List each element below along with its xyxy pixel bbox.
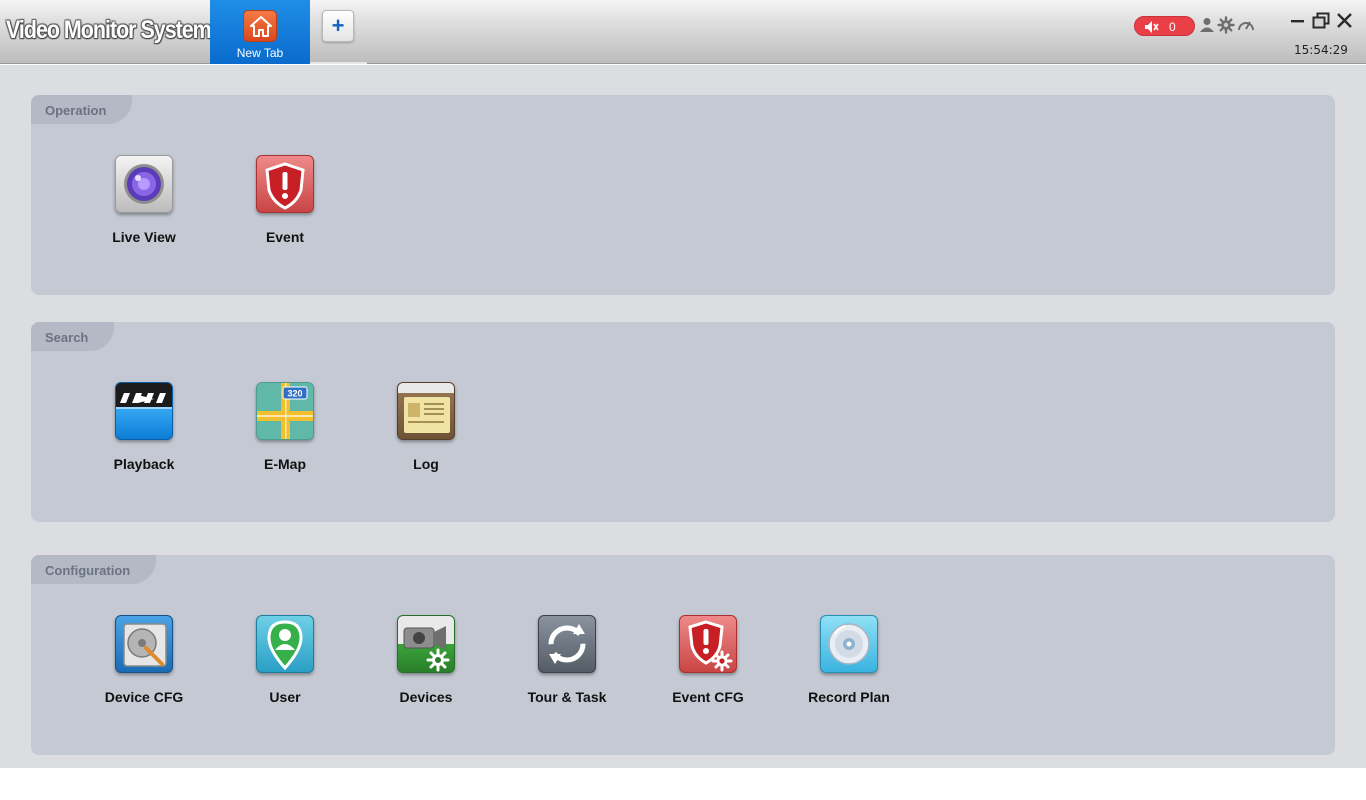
tile-record-plan[interactable]: Record Plan [796, 615, 916, 715]
refresh-cycle-icon [538, 615, 596, 673]
tile-event[interactable]: Event [232, 155, 352, 255]
tile-label: Event [265, 229, 305, 245]
map-icon: 320 [256, 382, 314, 440]
mute-icon [1145, 21, 1159, 33]
tile-label: Live View [112, 229, 176, 245]
tile-label: Tour & Task [527, 689, 607, 705]
gear-icon[interactable] [1217, 16, 1235, 34]
user-icon[interactable] [1198, 16, 1216, 34]
section-title: Configuration [31, 555, 157, 584]
gauge-icon[interactable] [1237, 16, 1255, 34]
tab-label: New Tab [236, 46, 284, 60]
section-search: Search Playback 320 E-Map Log [31, 322, 1335, 522]
svg-text:320: 320 [287, 389, 302, 399]
bottom-strip [0, 768, 1366, 800]
clapperboard-icon [115, 382, 173, 440]
title-bar: Video Monitor System New Tab + 0 15:54:2… [0, 0, 1366, 64]
add-tab-button[interactable]: + [322, 10, 354, 42]
tile-label: User [269, 689, 301, 705]
tile-playback[interactable]: Playback [91, 382, 211, 482]
alarm-count: 0 [1169, 20, 1176, 34]
tile-live-view[interactable]: Live View [91, 155, 211, 255]
tile-e-map[interactable]: 320 E-Map [232, 382, 352, 482]
app-title: Video Monitor System [6, 16, 212, 44]
tile-user[interactable]: User [232, 615, 352, 715]
tile-label: E-Map [264, 456, 306, 472]
restore-icon[interactable] [1311, 11, 1331, 31]
clock: 15:54:29 [1294, 43, 1348, 57]
camera-lens-icon [115, 155, 173, 213]
tile-label: Devices [399, 689, 453, 705]
section-operation: Operation Live View Event [31, 95, 1335, 295]
tile-log[interactable]: Log [373, 382, 493, 482]
device-config-icon [115, 615, 173, 673]
alert-shield-gear-icon [679, 615, 737, 673]
tile-label: Device CFG [104, 689, 184, 705]
tile-devices[interactable]: Devices [373, 615, 493, 715]
tile-label: Log [413, 456, 439, 472]
tile-tour-task[interactable]: Tour & Task [514, 615, 634, 715]
alert-shield-icon [256, 155, 314, 213]
disc-icon [820, 615, 878, 673]
user-pin-icon [256, 615, 314, 673]
minimize-icon[interactable] [1288, 11, 1308, 31]
alarm-indicator[interactable]: 0 [1134, 16, 1195, 36]
log-book-icon [397, 382, 455, 440]
tile-label: Record Plan [808, 689, 890, 705]
tile-label: Playback [113, 456, 175, 472]
tile-event-cfg[interactable]: Event CFG [655, 615, 775, 715]
tab-new-tab[interactable]: New Tab [210, 0, 310, 64]
section-configuration: Configuration Device CFG User Devices To… [31, 555, 1335, 755]
main-area: Operation Live View Event Search Playbac… [0, 65, 1366, 768]
tile-device-cfg[interactable]: Device CFG [91, 615, 211, 715]
close-icon[interactable] [1335, 11, 1355, 31]
section-title: Operation [31, 95, 133, 124]
section-title: Search [31, 322, 115, 351]
tile-label: Event CFG [672, 689, 744, 705]
camera-gear-icon [397, 615, 455, 673]
tab-strip-divider [310, 62, 367, 64]
home-icon [243, 10, 277, 42]
